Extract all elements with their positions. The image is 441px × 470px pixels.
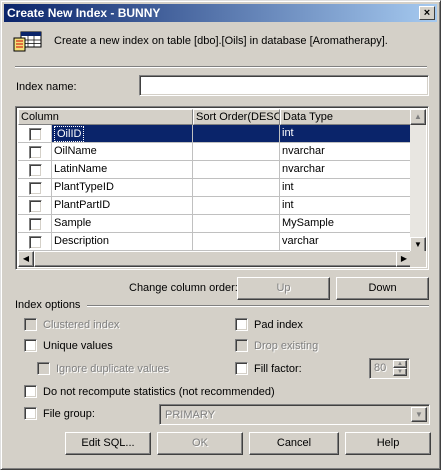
options-divider [87, 305, 429, 307]
table-row[interactable]: LatinName nvarchar [18, 161, 412, 179]
column-name: Description [52, 233, 193, 251]
include-column-checkbox[interactable] [29, 200, 42, 213]
column-name: LatinName [52, 161, 193, 179]
window-title: Create New Index - BUNNY [7, 6, 161, 20]
close-icon[interactable]: × [419, 6, 435, 20]
data-type: int [280, 197, 412, 215]
data-type: MySample [280, 215, 412, 233]
table-row[interactable]: PlantTypeID int [18, 179, 412, 197]
file-group-value: PRIMARY [165, 409, 215, 421]
column-name: OilName [52, 143, 193, 161]
include-column-checkbox[interactable] [29, 146, 42, 159]
pad-index-checkbox[interactable] [235, 318, 248, 331]
column-header-column[interactable]: Column [18, 109, 193, 125]
data-type: nvarchar [280, 143, 412, 161]
include-column-checkbox[interactable] [29, 128, 42, 141]
table-row[interactable]: PlantPartID int [18, 197, 412, 215]
grid-header: Column Sort Order(DESC) Data Type [18, 109, 412, 125]
edit-sql-button[interactable]: Edit SQL... [65, 432, 151, 455]
scroll-corner [410, 251, 426, 267]
no-recompute-statistics-label: Do not recompute statistics (not recomme… [43, 386, 275, 398]
file-group-checkbox[interactable] [24, 407, 37, 420]
data-type: varchar [280, 233, 412, 251]
fill-factor-spinner[interactable]: 80 ▲ ▼ [369, 358, 410, 379]
title-bar: Create New Index - BUNNY × [4, 4, 437, 22]
data-type: int [280, 125, 412, 143]
sort-order-cell[interactable] [193, 143, 280, 161]
index-name-input[interactable] [139, 75, 429, 96]
pad-index-label: Pad index [254, 319, 303, 331]
drop-existing-checkbox[interactable] [235, 339, 248, 352]
ignore-duplicate-values-checkbox[interactable] [37, 362, 50, 375]
sort-order-cell[interactable] [193, 197, 280, 215]
columns-grid[interactable]: Column Sort Order(DESC) Data Type OilID … [15, 106, 429, 270]
fill-factor-label: Fill factor: [254, 363, 302, 375]
include-column-checkbox[interactable] [29, 182, 42, 195]
column-name: Sample [52, 215, 193, 233]
help-button[interactable]: Help [345, 432, 431, 455]
table-index-icon [13, 31, 42, 52]
table-row[interactable]: Sample MySample [18, 215, 412, 233]
sort-order-cell[interactable] [193, 179, 280, 197]
header-divider [15, 66, 427, 68]
data-type: nvarchar [280, 161, 412, 179]
index-options-label: Index options [15, 299, 81, 311]
unique-values-label: Unique values [43, 340, 113, 352]
file-group-select[interactable]: PRIMARY ▼ [159, 404, 430, 425]
table-row[interactable]: Description varchar [18, 233, 412, 251]
create-index-dialog: Create New Index - BUNNY × Create a new … [0, 0, 441, 470]
change-column-order-label: Change column order: [129, 282, 238, 294]
column-header-sort-order[interactable]: Sort Order(DESC) [193, 109, 280, 125]
table-row[interactable]: OilID int [18, 125, 412, 143]
grid-horizontal-scrollbar[interactable]: ◀ ▶ [18, 251, 412, 267]
clustered-index-checkbox[interactable] [24, 318, 37, 331]
include-column-checkbox[interactable] [29, 236, 42, 249]
column-header-data-type[interactable]: Data Type [280, 109, 412, 125]
dialog-description: Create a new index on table [dbo].[Oils]… [54, 35, 388, 47]
column-name: PlantTypeID [52, 179, 193, 197]
ok-button[interactable]: OK [157, 432, 243, 455]
fill-factor-checkbox[interactable] [235, 362, 248, 375]
include-column-checkbox[interactable] [29, 218, 42, 231]
ignore-duplicate-values-label: Ignore duplicate values [56, 363, 170, 375]
no-recompute-statistics-checkbox[interactable] [24, 385, 37, 398]
unique-values-checkbox[interactable] [24, 339, 37, 352]
fill-factor-value: 80 [374, 362, 387, 374]
sort-order-cell[interactable] [193, 125, 280, 143]
column-name: OilID [54, 126, 85, 142]
table-row[interactable]: OilName nvarchar [18, 143, 412, 161]
sort-order-cell[interactable] [193, 215, 280, 233]
move-down-button[interactable]: Down [336, 277, 429, 300]
file-group-label: File group: [43, 408, 95, 420]
clustered-index-label: Clustered index [43, 319, 120, 331]
index-name-label: Index name: [16, 81, 77, 93]
data-type: int [280, 179, 412, 197]
scroll-left-arrow-icon[interactable]: ◀ [18, 251, 34, 267]
chevron-down-icon[interactable]: ▼ [411, 407, 427, 422]
sort-order-cell[interactable] [193, 233, 280, 251]
spin-down-icon[interactable]: ▼ [393, 368, 407, 376]
scroll-up-arrow-icon[interactable]: ▲ [410, 109, 426, 125]
include-column-checkbox[interactable] [29, 164, 42, 177]
drop-existing-label: Drop existing [254, 340, 319, 352]
scroll-thumb[interactable] [34, 251, 399, 267]
spin-up-icon[interactable]: ▲ [393, 360, 407, 368]
move-up-button[interactable]: Up [237, 277, 330, 300]
sort-order-cell[interactable] [193, 161, 280, 179]
column-name: PlantPartID [52, 197, 193, 215]
cancel-button[interactable]: Cancel [249, 432, 339, 455]
grid-vertical-scrollbar[interactable]: ▲ ▼ [410, 109, 426, 253]
